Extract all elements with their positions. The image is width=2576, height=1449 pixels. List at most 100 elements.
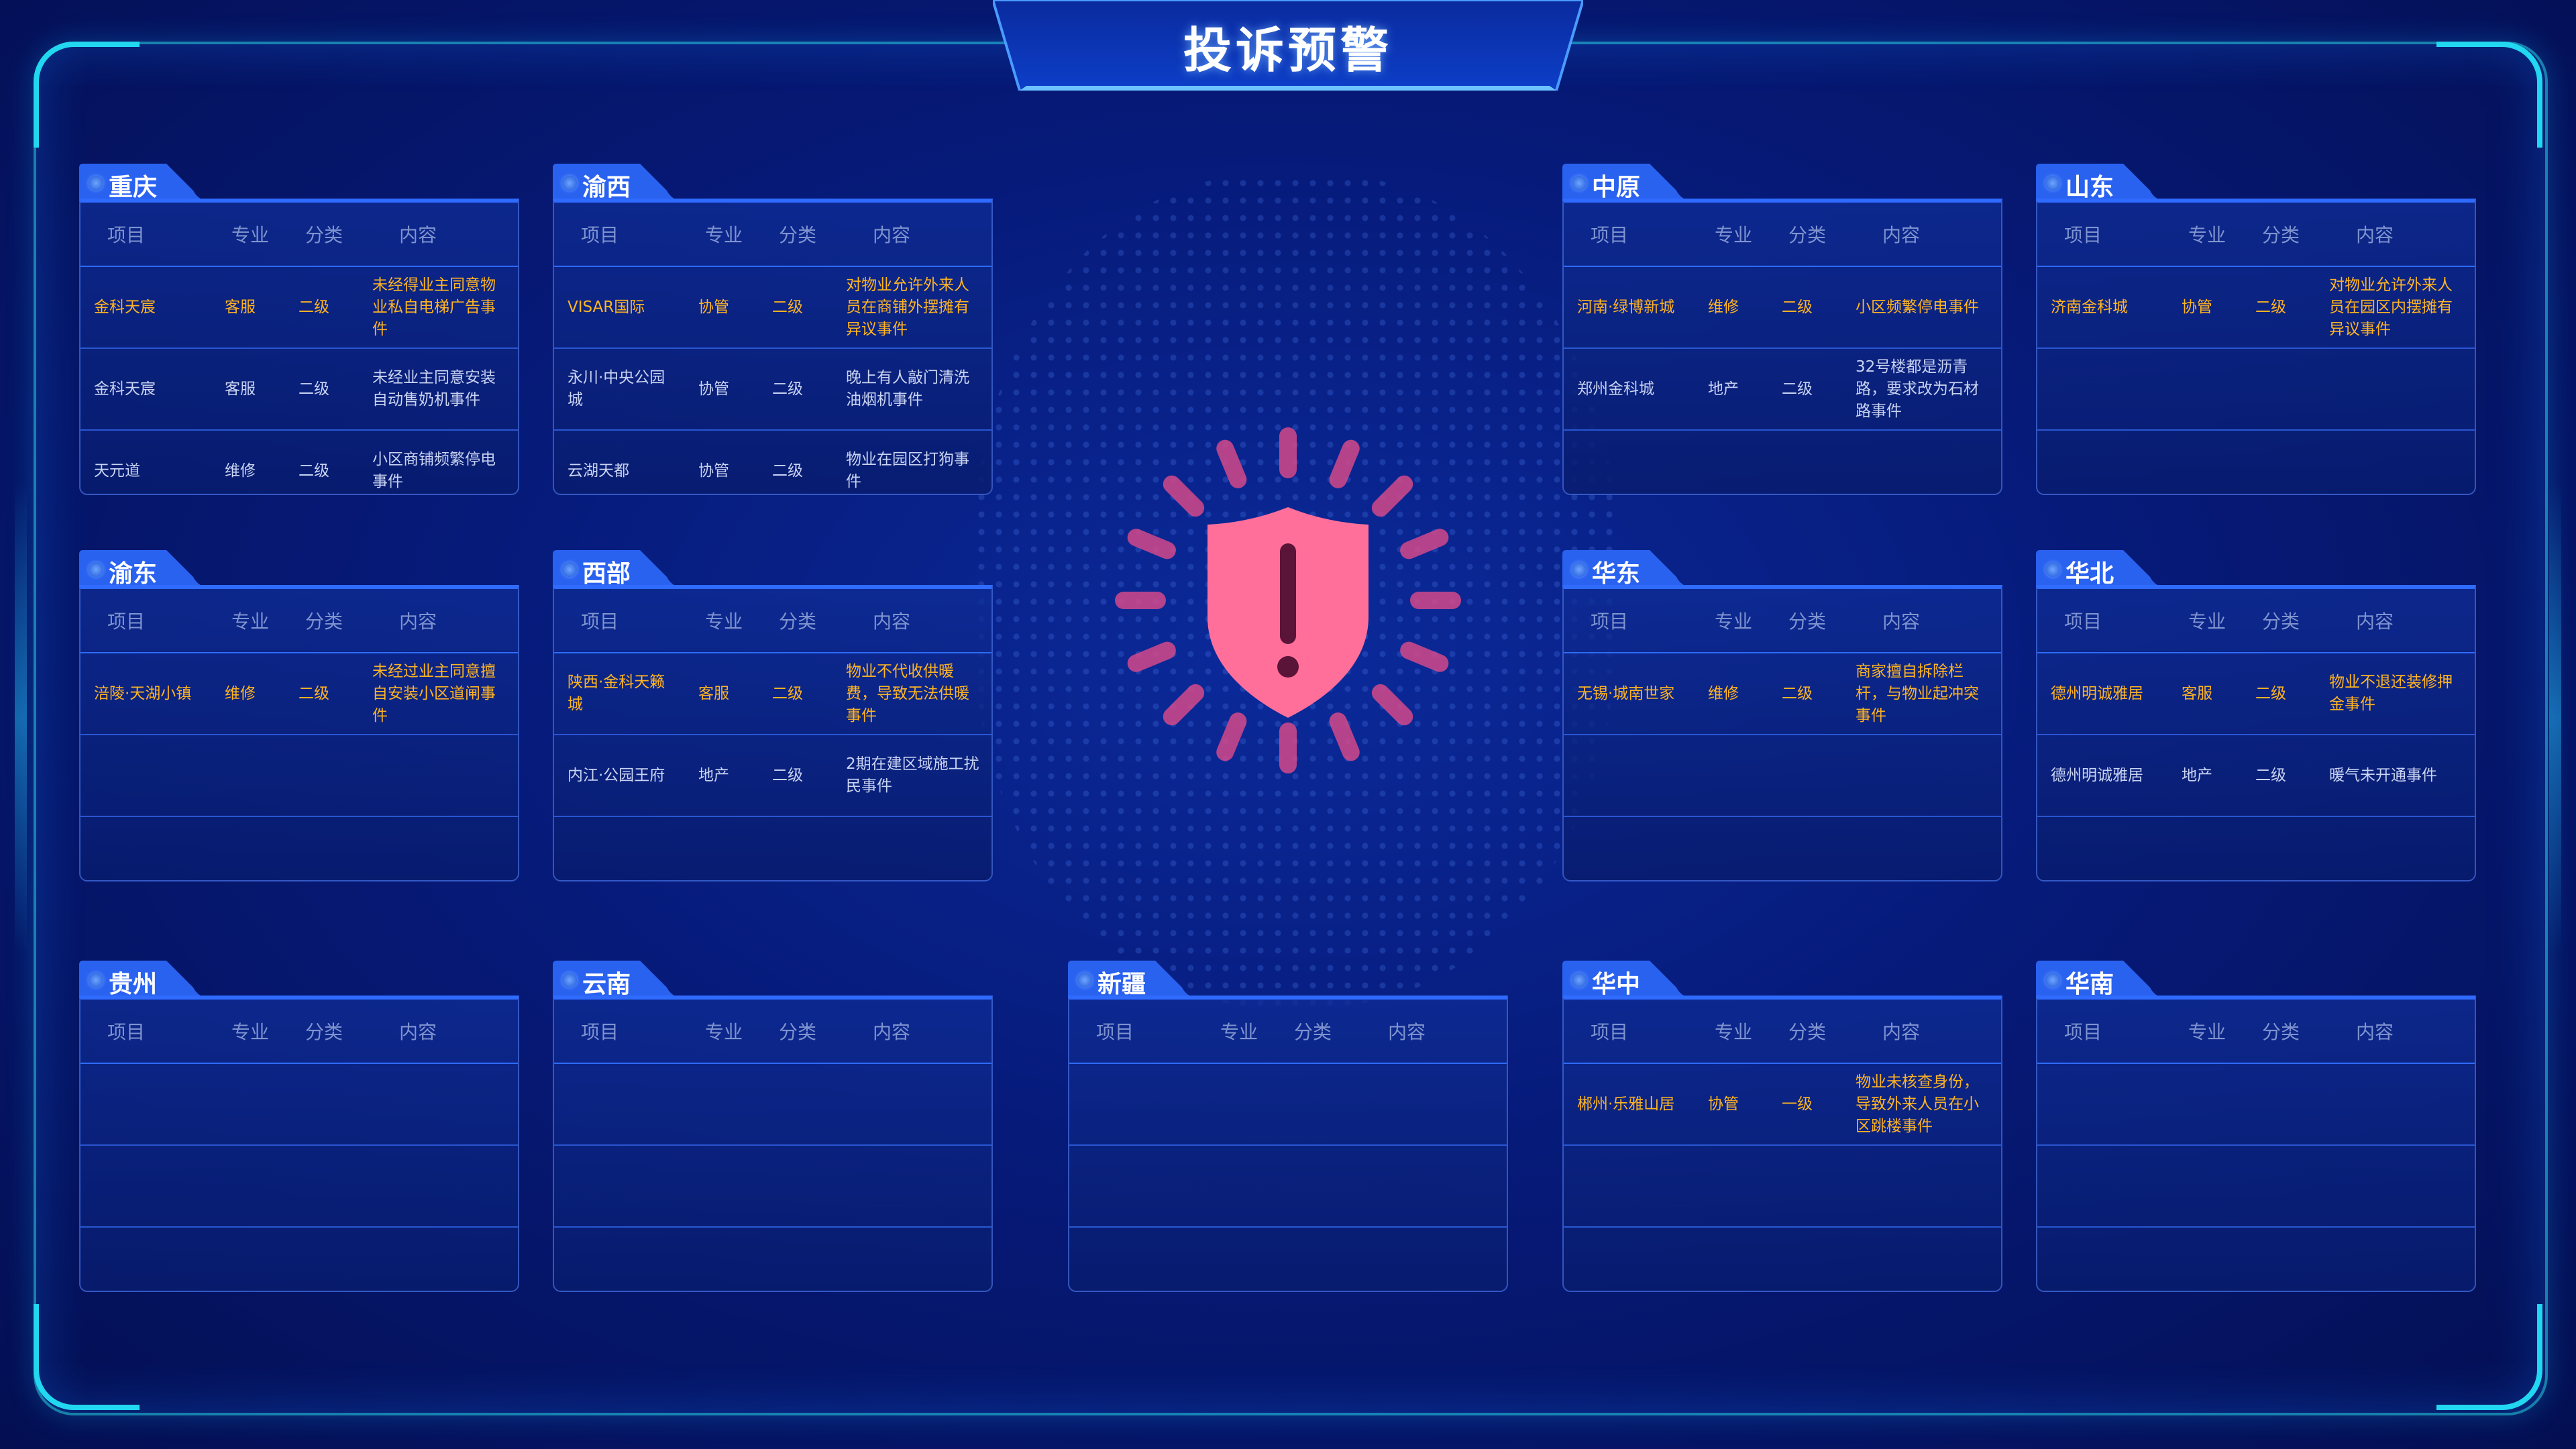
column-header-project: 项目 (1564, 1000, 1695, 1064)
cell-category: 二级 (759, 735, 833, 817)
column-header-content: 内容 (2316, 589, 2475, 653)
table-row[interactable]: 云湖天都 协管 二级 物业在园区打狗事件 (554, 430, 991, 511)
table-row[interactable] (554, 1063, 991, 1146)
table-row[interactable]: 郴州·乐雅山居 协管 一级 物业未核查身份，导致外来人员在小区跳楼事件 (1564, 1063, 2001, 1146)
table-row[interactable] (2037, 430, 2475, 511)
table-row[interactable]: 涪陵·天湖小镇 维修 二级 未经过业主同意擅自安装小区道闸事件 (80, 653, 518, 735)
cell-category (1274, 1227, 1348, 1308)
region-tab[interactable]: 华南 (2036, 961, 2170, 998)
cell-major: 协管 (2168, 266, 2242, 349)
spinner-tick (1127, 641, 1176, 672)
cell-project (2037, 1227, 2168, 1308)
cell-content (2316, 1227, 2475, 1308)
table-row[interactable]: 陕西·金科天籁城 客服 二级 物业不代收供暖费，导致无法供暖事件 (554, 653, 991, 735)
table-row[interactable]: 无锡·城南世家 维修 二级 商家擅自拆除栏杆，与物业起冲突事件 (1564, 653, 2001, 735)
table-row[interactable]: VISAR国际 协管 二级 对物业允许外来人员在商铺外摆摊有异议事件 (554, 266, 991, 349)
table-row[interactable] (554, 1227, 991, 1308)
table-row[interactable] (80, 735, 518, 817)
table-row[interactable] (1069, 1145, 1507, 1228)
table-row[interactable]: 德州明诚雅居 地产 二级 暖气未开通事件 (2037, 735, 2475, 817)
region-tab[interactable]: 重庆 (79, 164, 213, 201)
complaint-table: 项目 专业 分类 内容 (1069, 1000, 1507, 1308)
cell-major: 客服 (211, 348, 285, 431)
region-tab[interactable]: 新疆 (1068, 961, 1202, 998)
cell-category: 二级 (1768, 348, 1842, 431)
table-row[interactable] (554, 1145, 991, 1228)
table-row[interactable] (2037, 1063, 2475, 1146)
cell-major: 协管 (685, 266, 759, 349)
table-row[interactable] (80, 816, 518, 898)
table-header-row: 项目 专业 分类 内容 (2037, 203, 2475, 267)
cell-content: 32号楼都是沥青路，要求改为石材路事件 (1842, 348, 2001, 431)
cell-content (359, 735, 518, 817)
table-row[interactable]: 郑州金科城 地产 二级 32号楼都是沥青路，要求改为石材路事件 (1564, 348, 2001, 431)
table-row[interactable] (80, 1227, 518, 1308)
cell-major (2168, 430, 2242, 511)
region-tab[interactable]: 华北 (2036, 550, 2170, 588)
table-row[interactable]: 内江·公园王府 地产 二级 2期在建区域施工扰民事件 (554, 735, 991, 817)
column-header-content: 内容 (833, 203, 991, 267)
cell-content (359, 1145, 518, 1228)
table-row[interactable] (1564, 735, 2001, 817)
cell-major (211, 816, 285, 898)
region-tab[interactable]: 云南 (553, 961, 687, 998)
table-row[interactable] (80, 1063, 518, 1146)
table-row[interactable] (1564, 816, 2001, 898)
table-row[interactable] (2037, 1227, 2475, 1308)
cell-major: 地产 (1695, 348, 1768, 431)
cell-content: 暖气未开通事件 (2316, 735, 2475, 817)
table-row[interactable] (554, 816, 991, 898)
cell-project (1069, 1145, 1200, 1228)
cell-content (2316, 348, 2475, 431)
table-row[interactable]: 河南·绿博新城 维修 二级 小区频繁停电事件 (1564, 266, 2001, 349)
spinner-tick (1329, 439, 1360, 488)
region-tab[interactable]: 华中 (1562, 961, 1697, 998)
region-dot-icon (2045, 973, 2060, 987)
region-tab[interactable]: 华东 (1562, 550, 1697, 588)
region-name: 重庆 (109, 174, 158, 201)
table-row[interactable]: 金科天宸 客服 二级 未经得业主同意物业私自电梯广告事件 (80, 266, 518, 349)
table-row[interactable] (1069, 1063, 1507, 1146)
region-dot-icon (89, 562, 103, 577)
region-tab[interactable]: 西部 (553, 550, 687, 588)
cell-content (1842, 430, 2001, 511)
table-row[interactable] (1564, 1227, 2001, 1308)
region-panel: 华南 项目 专业 分类 内容 (2036, 961, 2476, 1292)
region-panel: 渝西 项目 专业 分类 内容 VISAR国际 协管 二级 对物业允许外来人员在商铺外摆摊有异议事… (553, 164, 993, 495)
region-tab[interactable]: 山东 (2036, 164, 2170, 201)
region-tab[interactable]: 渝西 (553, 164, 687, 201)
cell-category (1768, 1227, 1842, 1308)
cell-project: 德州明诚雅居 (2037, 653, 2168, 735)
cell-major (1200, 1227, 1274, 1308)
table-row[interactable] (80, 1145, 518, 1228)
table-row[interactable] (1069, 1227, 1507, 1308)
cell-major: 维修 (1695, 653, 1768, 735)
region-tab[interactable]: 贵州 (79, 961, 213, 998)
table-row[interactable]: 永川·中央公园城 协管 二级 晚上有人敲门清洗油烟机事件 (554, 348, 991, 431)
table-row[interactable] (2037, 348, 2475, 431)
column-header-major: 专业 (2168, 589, 2242, 653)
cell-content: 对物业允许外来人员在商铺外摆摊有异议事件 (833, 266, 991, 349)
column-header-major: 专业 (1200, 1000, 1274, 1064)
cell-project (80, 1145, 211, 1228)
column-header-category: 分类 (2242, 1000, 2316, 1064)
table-row[interactable]: 天元道 维修 二级 小区商铺频繁停电事件 (80, 430, 518, 511)
table-row[interactable] (2037, 1145, 2475, 1228)
table-row[interactable] (1564, 1145, 2001, 1228)
region-name: 华南 (2065, 971, 2114, 998)
region-tab[interactable]: 渝东 (79, 550, 213, 588)
cell-major (1695, 816, 1768, 898)
table-row[interactable]: 济南金科城 协管 二级 对物业允许外来人员在园区内摆摊有异议事件 (2037, 266, 2475, 349)
column-header-content: 内容 (833, 1000, 991, 1064)
column-header-category: 分类 (1768, 589, 1842, 653)
region-tab[interactable]: 中原 (1562, 164, 1697, 201)
table-row[interactable]: 德州明诚雅居 客服 二级 物业不退还装修押金事件 (2037, 653, 2475, 735)
table-row[interactable] (1564, 430, 2001, 511)
table-header-row: 项目 专业 分类 内容 (554, 203, 991, 267)
complaint-table: 项目 专业 分类 内容 (2037, 1000, 2475, 1308)
region-dot-icon (2045, 562, 2060, 577)
column-header-project: 项目 (554, 589, 685, 653)
right-edge-glow (2549, 483, 2561, 953)
table-row[interactable] (2037, 816, 2475, 898)
table-row[interactable]: 金科天宸 客服 二级 未经业主同意安装自动售奶机事件 (80, 348, 518, 431)
